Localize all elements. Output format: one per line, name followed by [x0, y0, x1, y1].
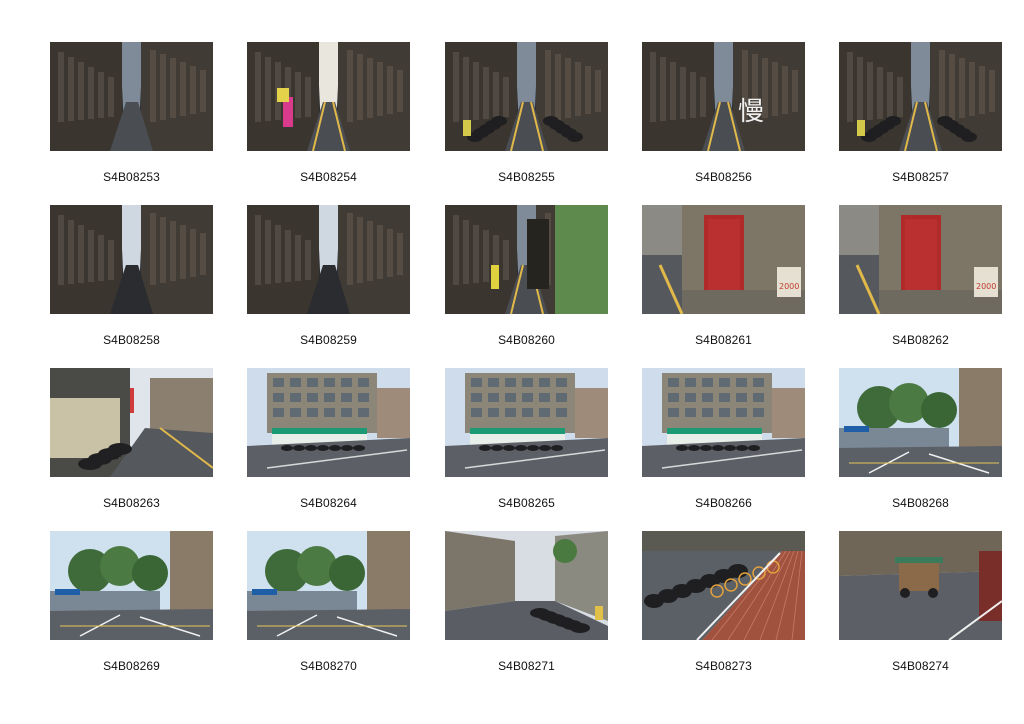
photo-thumbnail[interactable] — [247, 205, 410, 314]
photo-filename-caption: S4B08259 — [300, 333, 357, 347]
photo-tile[interactable]: S4B08271 — [445, 531, 608, 673]
photo-thumbnail[interactable] — [247, 531, 410, 640]
photo-thumbnail[interactable] — [839, 42, 1002, 151]
street-photo-image — [642, 531, 805, 640]
street-photo-image — [445, 205, 608, 314]
street-photo-image — [50, 205, 213, 314]
photo-filename-caption: S4B08263 — [103, 496, 160, 510]
photo-thumbnail[interactable] — [445, 531, 608, 640]
photo-tile[interactable]: S4B08259 — [247, 205, 410, 347]
photo-tile[interactable]: S4B08269 — [50, 531, 213, 673]
photo-tile[interactable]: S4B08273 — [642, 531, 805, 673]
street-photo-image: 2000 — [642, 205, 805, 314]
street-photo-image — [247, 531, 410, 640]
street-photo-image — [247, 205, 410, 314]
photo-filename-caption: S4B08271 — [498, 659, 555, 673]
photo-thumbnail[interactable] — [445, 42, 608, 151]
photo-thumbnail[interactable] — [445, 368, 608, 477]
photo-filename-caption: S4B08256 — [695, 170, 752, 184]
photo-tile[interactable]: 2000 S4B08261 — [642, 205, 805, 347]
photo-tile[interactable]: S4B08258 — [50, 205, 213, 347]
photo-filename-caption: S4B08266 — [695, 496, 752, 510]
photo-tile[interactable]: S4B08266 — [642, 368, 805, 510]
photo-thumbnail[interactable] — [247, 42, 410, 151]
photo-filename-caption: S4B08264 — [300, 496, 357, 510]
street-photo-image — [247, 368, 410, 477]
photo-tile[interactable]: S4B08257 — [839, 42, 1002, 184]
photo-thumbnail[interactable] — [642, 368, 805, 477]
photo-tile[interactable]: 2000 S4B08262 — [839, 205, 1002, 347]
street-photo-image: 2000 — [839, 205, 1002, 314]
svg-text:慢: 慢 — [738, 97, 764, 127]
street-photo-image — [445, 531, 608, 640]
street-photo-image — [50, 531, 213, 640]
photo-filename-caption: S4B08257 — [892, 170, 949, 184]
street-photo-image — [50, 368, 213, 477]
photo-tile[interactable]: 慢 S4B08256 — [642, 42, 805, 184]
photo-filename-caption: S4B08270 — [300, 659, 357, 673]
photo-thumbnail[interactable]: 2000 — [642, 205, 805, 314]
photo-filename-caption: S4B08260 — [498, 333, 555, 347]
street-photo-image: 慢 — [642, 42, 805, 151]
photo-filename-caption: S4B08273 — [695, 659, 752, 673]
contact-sheet: S4B08253 S4B08254 S4B08255 慢 S4B08256 S4B0825… — [0, 0, 1024, 724]
photo-thumbnail[interactable] — [50, 531, 213, 640]
street-photo-image — [839, 368, 1002, 477]
photo-filename-caption: S4B08268 — [892, 496, 949, 510]
photo-thumbnail[interactable] — [839, 531, 1002, 640]
photo-tile[interactable]: S4B08254 — [247, 42, 410, 184]
photo-filename-caption: S4B08254 — [300, 170, 357, 184]
svg-text:2000: 2000 — [976, 282, 996, 291]
photo-thumbnail[interactable]: 2000 — [839, 205, 1002, 314]
street-photo-image — [839, 42, 1002, 151]
street-photo-image — [445, 42, 608, 151]
photo-thumbnail[interactable] — [247, 368, 410, 477]
photo-tile[interactable]: S4B08260 — [445, 205, 608, 347]
photo-thumbnail[interactable] — [50, 42, 213, 151]
svg-text:2000: 2000 — [779, 282, 799, 291]
street-photo-image — [839, 531, 1002, 640]
photo-tile[interactable]: S4B08253 — [50, 42, 213, 184]
photo-thumbnail[interactable] — [445, 205, 608, 314]
photo-thumbnail[interactable]: 慢 — [642, 42, 805, 151]
photo-filename-caption: S4B08265 — [498, 496, 555, 510]
photo-filename-caption: S4B08258 — [103, 333, 160, 347]
photo-thumbnail[interactable] — [839, 368, 1002, 477]
photo-tile[interactable]: S4B08264 — [247, 368, 410, 510]
photo-filename-caption: S4B08262 — [892, 333, 949, 347]
photo-filename-caption: S4B08261 — [695, 333, 752, 347]
photo-tile[interactable]: S4B08274 — [839, 531, 1002, 673]
photo-filename-caption: S4B08255 — [498, 170, 555, 184]
photo-thumbnail[interactable] — [50, 205, 213, 314]
street-photo-image — [642, 368, 805, 477]
street-photo-image — [445, 368, 608, 477]
photo-tile[interactable]: S4B08265 — [445, 368, 608, 510]
photo-tile[interactable]: S4B08268 — [839, 368, 1002, 510]
street-photo-image — [50, 42, 213, 151]
photo-tile[interactable]: S4B08263 — [50, 368, 213, 510]
photo-thumbnail[interactable] — [50, 368, 213, 477]
photo-thumbnail[interactable] — [642, 531, 805, 640]
photo-filename-caption: S4B08269 — [103, 659, 160, 673]
photo-filename-caption: S4B08253 — [103, 170, 160, 184]
photo-tile[interactable]: S4B08255 — [445, 42, 608, 184]
photo-filename-caption: S4B08274 — [892, 659, 949, 673]
photo-tile[interactable]: S4B08270 — [247, 531, 410, 673]
street-photo-image — [247, 42, 410, 151]
